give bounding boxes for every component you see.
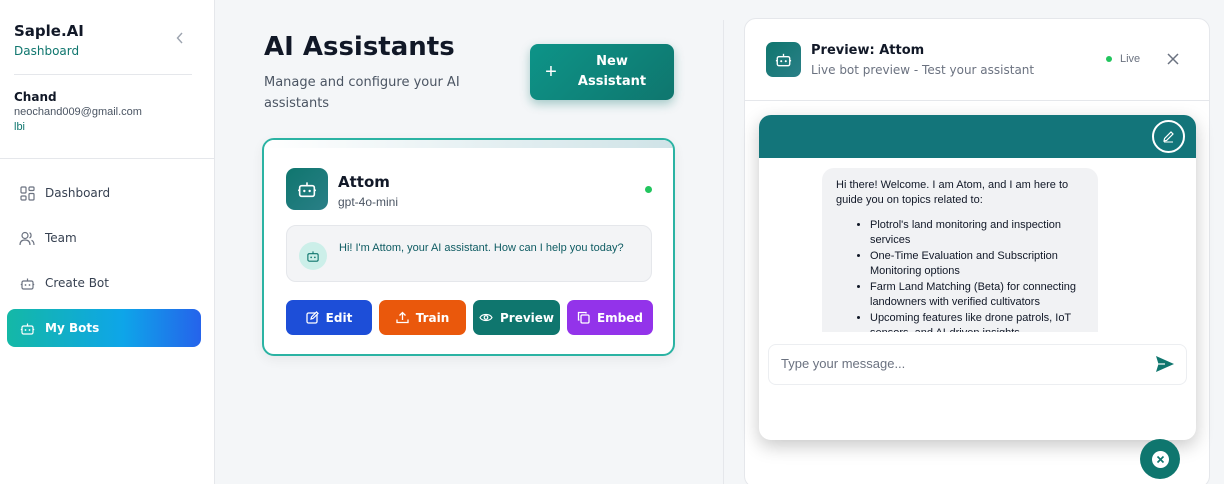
user-org: lbi [14, 121, 26, 133]
list-item: Plotrol's land monitoring and inspection… [870, 218, 1084, 248]
sidebar-item-label: Create Bot [45, 276, 109, 290]
live-label: Live [1120, 53, 1141, 65]
bot-model: gpt-4o-mini [338, 195, 399, 209]
sidebar: Saple.AI Dashboard Chand neochand009@gma… [0, 0, 215, 484]
edit-widget-button[interactable] [1152, 120, 1185, 153]
sidebar-item-label: Dashboard [45, 186, 111, 200]
status-indicator [645, 186, 652, 193]
train-button[interactable]: Train [379, 300, 466, 335]
chat-widget: Hi there! Welcome. I am Atom, and I am h… [759, 115, 1196, 440]
sidebar-item-label: Team [45, 231, 77, 245]
live-status: Live [1106, 53, 1140, 65]
panel-divider [723, 20, 724, 484]
greeting-preview: Hi! I'm Attom, your AI assistant. How ca… [286, 225, 652, 282]
edit-label: Edit [325, 310, 353, 325]
preview-header: Preview: Attom Live bot preview - Test y… [745, 19, 1209, 101]
user-email: neochand009@gmail.com [14, 106, 142, 118]
bot-icon [19, 320, 35, 336]
bot-message: Hi there! Welcome. I am Atom, and I am h… [822, 168, 1098, 332]
list-item: One-Time Evaluation and Subscription Mon… [870, 249, 1084, 279]
preview-label: Preview [499, 310, 554, 325]
close-preview-button[interactable] [1165, 51, 1181, 67]
bot-actions: Edit Train Preview Embed [286, 300, 653, 335]
copy-icon [577, 311, 590, 324]
divider [14, 74, 192, 75]
page-subtitle: Manage and configure your AI assistants [264, 75, 460, 111]
sidebar-item-team[interactable]: Team [7, 219, 201, 257]
brand-subtitle: Dashboard [14, 44, 80, 58]
sidebar-item-create-bot[interactable]: Create Bot [7, 264, 201, 302]
upload-icon [396, 311, 409, 324]
grid-icon [19, 185, 35, 201]
close-icon [1151, 450, 1169, 468]
message-intro: Hi there! Welcome. I am Atom, and I am h… [836, 179, 1069, 206]
edit-icon [306, 311, 319, 324]
sidebar-item-label: My Bots [45, 321, 100, 335]
collapse-sidebar-button[interactable] [172, 30, 188, 48]
embed-button[interactable]: Embed [567, 300, 653, 335]
close-icon [1167, 53, 1179, 65]
new-assistant-button[interactable]: + New Assistant [530, 44, 674, 100]
bot-avatar [766, 42, 801, 77]
bot-name: Attom [338, 173, 390, 191]
message-list: Plotrol's land monitoring and inspection… [836, 218, 1084, 332]
chat-input-row [768, 344, 1187, 385]
pencil-icon [1163, 131, 1174, 143]
eye-icon [479, 313, 493, 322]
plus-icon: + [545, 61, 557, 83]
list-item: Farm Land Matching (Beta) for connecting… [870, 280, 1084, 310]
preview-subtitle: Live bot preview - Test your assistant [811, 63, 1035, 77]
bot-icon [775, 53, 792, 67]
bot-icon [19, 275, 35, 291]
brand-name: Saple.AI [14, 22, 84, 40]
new-assistant-label: New Assistant [577, 54, 647, 89]
preview-title: Preview: Attom [811, 43, 925, 58]
greeting-text: Hi! I'm Attom, your AI assistant. How ca… [339, 242, 624, 254]
chat-message-input[interactable] [781, 356, 1141, 371]
send-button[interactable] [1155, 355, 1175, 375]
user-info: Chand neochand009@gmail.com lbi [14, 90, 142, 133]
send-icon [1156, 356, 1174, 372]
edit-button[interactable]: Edit [286, 300, 372, 335]
sidebar-item-dashboard[interactable]: Dashboard [7, 174, 201, 212]
live-dot [1106, 56, 1112, 62]
bot-icon [298, 182, 316, 198]
list-item: Upcoming features like drone patrols, Io… [870, 311, 1084, 332]
bot-avatar [286, 168, 328, 210]
sidebar-nav: Dashboard Team Create Bot My Bots [7, 174, 201, 354]
preview-panel: Preview: Attom Live bot preview - Test y… [744, 18, 1210, 484]
chevron-left-icon [176, 32, 183, 44]
brand: Saple.AI Dashboard [14, 22, 84, 58]
page-title: AI Assistants [264, 32, 455, 62]
user-name: Chand [14, 90, 57, 104]
train-label: Train [415, 310, 450, 325]
close-chat-fab[interactable] [1140, 439, 1180, 479]
preview-button[interactable]: Preview [473, 300, 560, 335]
bot-card: Attom gpt-4o-mini Hi! I'm Attom, your AI… [262, 138, 675, 356]
sidebar-item-my-bots[interactable]: My Bots [7, 309, 201, 347]
card-accent-bar [264, 140, 673, 148]
embed-label: Embed [596, 310, 644, 325]
divider [0, 158, 214, 159]
chat-widget-header [759, 115, 1196, 158]
users-icon [19, 230, 35, 246]
bot-icon [299, 242, 327, 270]
